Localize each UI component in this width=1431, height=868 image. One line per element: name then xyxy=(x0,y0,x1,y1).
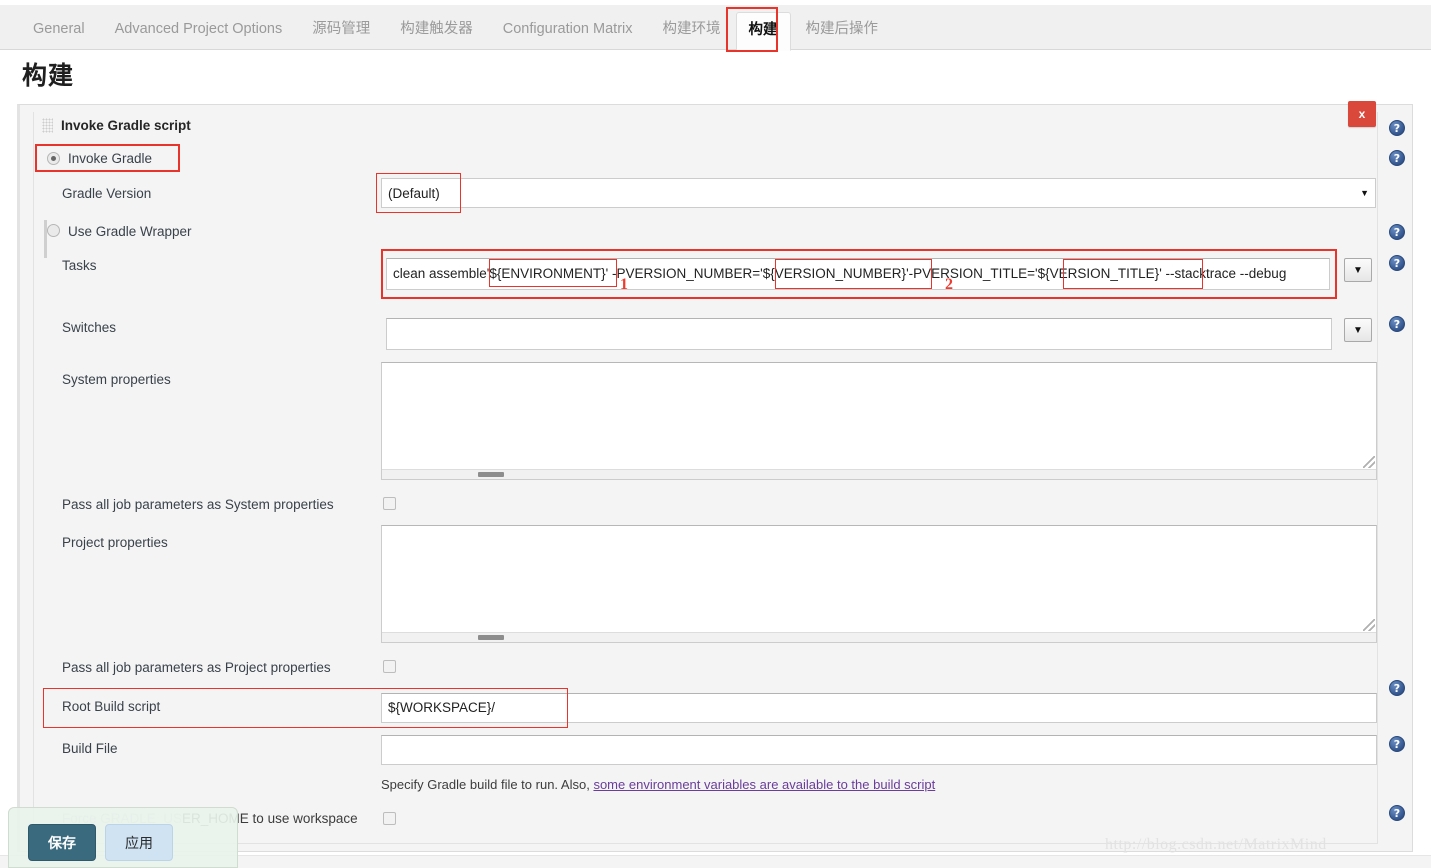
tasks-text-1: clean assemble' xyxy=(393,266,490,282)
root-build-script-input[interactable]: ${WORKSPACE}/ xyxy=(381,693,1377,723)
build-file-help-text: Specify Gradle build file to run. Also, … xyxy=(381,777,935,792)
annotation-number-2: 2 xyxy=(945,276,953,293)
switches-dropdown-button[interactable]: ▼ xyxy=(1344,318,1372,342)
config-tab-bar: General Advanced Project Options 源码管理 构建… xyxy=(0,5,1431,51)
help-icon-build-step[interactable]: ? xyxy=(1389,120,1405,136)
scrollbar-thumb[interactable] xyxy=(478,472,504,477)
tab-post-build-actions[interactable]: 构建后操作 xyxy=(791,22,894,50)
tasks-dropdown-button[interactable]: ▼ xyxy=(1344,258,1372,282)
label-invoke-gradle: Invoke Gradle xyxy=(68,151,153,166)
switches-input[interactable] xyxy=(386,318,1332,350)
build-file-help-prefix: Specify Gradle build file to run. Also, xyxy=(381,777,594,792)
root-build-script-value: ${WORKSPACE}/ xyxy=(388,700,496,716)
tasks-text-6: ${VERSION_TITLE} xyxy=(1037,266,1160,282)
gradle-version-select[interactable]: (Default) ▼ xyxy=(381,178,1376,208)
label-use-gradle-wrapper: Use Gradle Wrapper xyxy=(68,224,192,239)
radio-group-indent-bar xyxy=(44,220,47,258)
help-icon-root-build-script[interactable]: ? xyxy=(1389,680,1405,696)
scrollbar-thumb[interactable] xyxy=(478,635,504,640)
help-icon-switches[interactable]: ? xyxy=(1389,316,1405,332)
tab-build-triggers[interactable]: 构建触发器 xyxy=(385,22,488,50)
system-properties-textarea[interactable] xyxy=(381,362,1377,480)
resize-grip-icon[interactable] xyxy=(1363,619,1375,631)
tab-configuration-matrix[interactable]: Configuration Matrix xyxy=(488,22,648,50)
help-icon-tasks[interactable]: ? xyxy=(1389,255,1405,271)
tab-build[interactable]: 构建 xyxy=(735,12,791,51)
delete-build-step-button[interactable]: x xyxy=(1348,101,1376,127)
label-gradle-version: Gradle Version xyxy=(62,186,152,201)
build-file-input[interactable] xyxy=(381,735,1377,765)
tab-build-environment[interactable]: 构建环境 xyxy=(648,22,736,50)
section-header: Invoke Gradle script xyxy=(42,118,191,133)
tasks-text-5: '-PVERSION_TITLE=' xyxy=(906,266,1038,282)
help-icon-build-file[interactable]: ? xyxy=(1389,736,1405,752)
annotation-number-1: 1 xyxy=(620,276,628,293)
label-build-file: Build File xyxy=(62,741,118,756)
watermark-text: http://blog.csdn.net/MatrixMind xyxy=(1105,836,1327,853)
tasks-text-7: ' --stacktrace --debug xyxy=(1159,266,1287,282)
tasks-input[interactable]: clean assemble' ${ENVIRONMENT} ' -PVERSION… xyxy=(386,258,1330,290)
label-switches: Switches xyxy=(62,320,117,335)
label-project-properties: Project properties xyxy=(62,535,168,550)
tab-general[interactable]: General xyxy=(18,22,100,50)
build-file-help-link[interactable]: some environment variables are available… xyxy=(593,777,935,792)
tab-list: General Advanced Project Options 源码管理 构建… xyxy=(18,5,894,51)
radio-use-gradle-wrapper[interactable] xyxy=(47,224,60,237)
help-icon-use-gradle-wrapper[interactable]: ? xyxy=(1389,224,1405,240)
project-properties-hscrollbar[interactable] xyxy=(382,632,1376,642)
help-icon-invoke-gradle[interactable]: ? xyxy=(1389,150,1405,166)
tasks-text-4: ${VERSION_NUMBER} xyxy=(762,266,907,282)
label-pass-system-properties: Pass all job parameters as System proper… xyxy=(62,497,334,512)
system-properties-hscrollbar[interactable] xyxy=(382,469,1376,479)
checkbox-force-gradle-user-home[interactable] xyxy=(383,812,396,825)
drag-handle-icon[interactable] xyxy=(42,118,53,133)
tab-source-code-management[interactable]: 源码管理 xyxy=(297,22,385,50)
gradle-version-value: (Default) xyxy=(388,185,440,201)
label-tasks: Tasks xyxy=(62,258,97,273)
help-icon-force-gradle-user-home[interactable]: ? xyxy=(1389,805,1405,821)
jenkins-build-config-page: General Advanced Project Options 源码管理 构建… xyxy=(0,0,1431,868)
tab-advanced-project-options[interactable]: Advanced Project Options xyxy=(100,22,298,50)
tasks-text-2: ${ENVIRONMENT} xyxy=(489,266,606,282)
section-title: Invoke Gradle script xyxy=(61,118,191,133)
resize-grip-icon[interactable] xyxy=(1363,456,1375,468)
label-root-build-script: Root Build script xyxy=(62,699,161,714)
label-pass-project-properties: Pass all job parameters as Project prope… xyxy=(62,660,331,675)
checkbox-pass-project-properties[interactable] xyxy=(383,660,396,673)
apply-button[interactable]: 应用 xyxy=(105,824,173,861)
label-system-properties: System properties xyxy=(62,372,171,387)
page-title: 构建 xyxy=(22,62,75,90)
radio-invoke-gradle[interactable] xyxy=(47,152,60,165)
save-button[interactable]: 保存 xyxy=(28,824,96,861)
checkbox-pass-system-properties[interactable] xyxy=(383,497,396,510)
project-properties-textarea[interactable] xyxy=(381,525,1377,643)
chevron-down-icon: ▼ xyxy=(1360,188,1369,198)
tasks-text-3: ' -PVERSION_NUMBER=' xyxy=(605,266,763,282)
